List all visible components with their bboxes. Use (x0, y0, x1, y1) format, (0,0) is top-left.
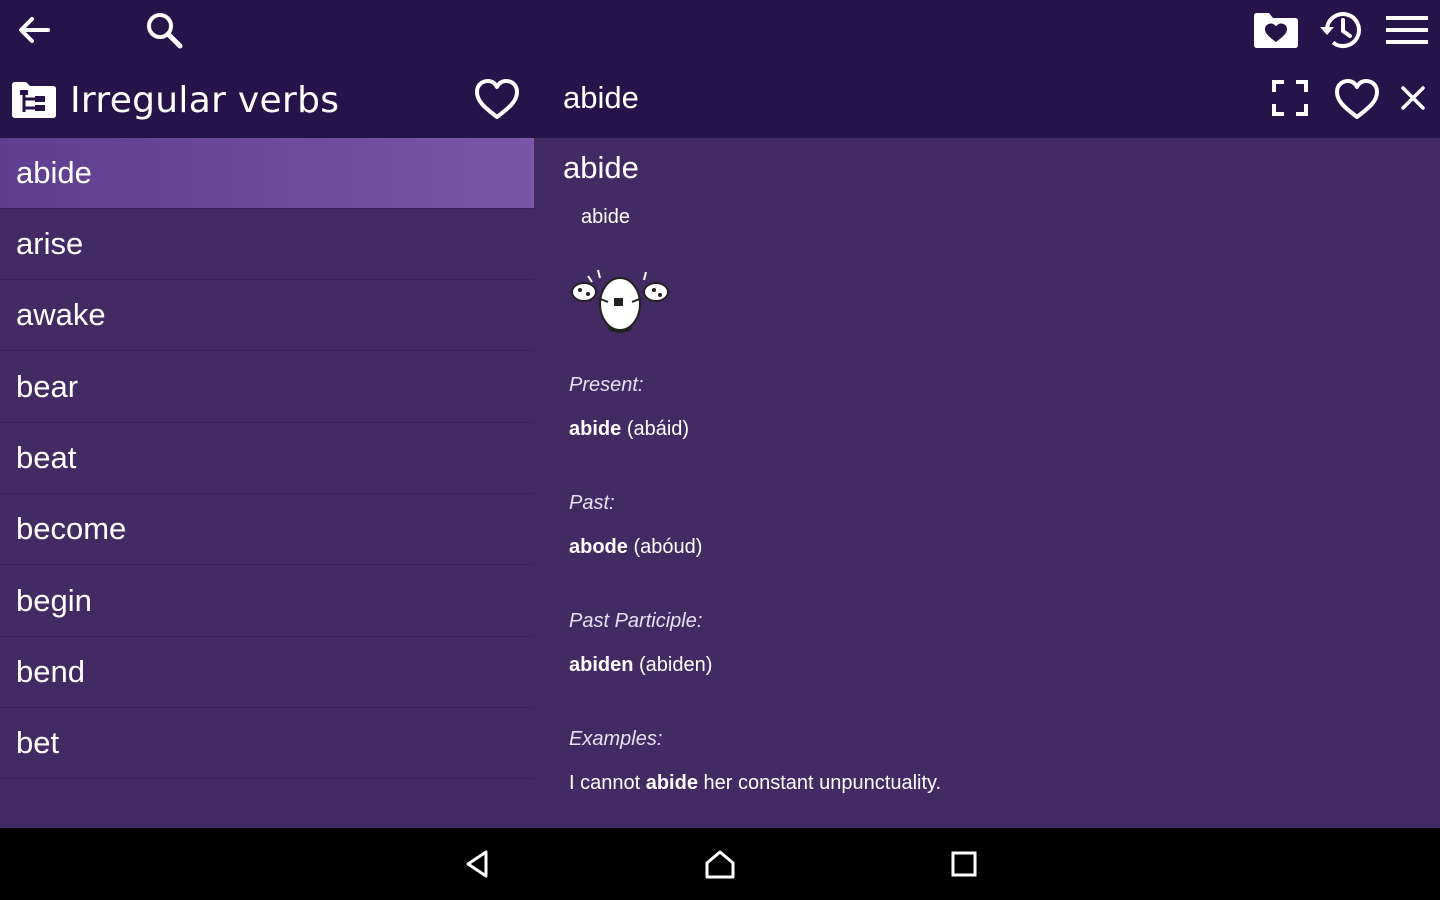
verb-detail: abide abide Present: abide (abáid) Past:… (534, 138, 1440, 828)
example-highlight: abide (645, 772, 698, 794)
detail-subtitle: abide (581, 206, 630, 228)
detail-favorite-button[interactable] (1330, 74, 1384, 124)
example-text-post: her constant unpunctuality. (697, 772, 942, 794)
nav-recents-button[interactable] (942, 844, 986, 884)
present-pronunciation: (abáid) (626, 418, 690, 440)
list-item-bet[interactable]: bet (0, 708, 534, 779)
list-item-arise[interactable]: arise (0, 209, 534, 280)
past-pronunciation: (abóud) (633, 536, 703, 558)
example-sentence: I cannot abide her constant unpunctualit… (569, 772, 941, 795)
past-label: Past: (569, 492, 615, 514)
list-favorite-button[interactable] (470, 74, 524, 124)
past-participle-word: abiden (569, 654, 634, 676)
list-item-begin[interactable]: begin (0, 566, 534, 637)
list-item-label: bet (16, 725, 60, 760)
hierarchy-folder-icon (12, 82, 56, 118)
nav-back-icon (466, 850, 488, 878)
past-participle-label: Past Participle: (569, 610, 703, 632)
detail-word: abide (563, 150, 639, 185)
close-detail-button[interactable] (1395, 80, 1431, 116)
list-item-label: arise (16, 226, 84, 261)
favorites-folder-button[interactable] (1250, 8, 1302, 52)
list-header: Irregular verbs (10, 76, 339, 124)
list-item-awake[interactable]: awake (0, 280, 534, 351)
past-value: abode (abóud) (569, 536, 702, 559)
list-item-bend[interactable]: bend (0, 637, 534, 708)
list-item-label: bear (16, 369, 79, 404)
heart-outline-icon (1335, 79, 1379, 119)
nav-recents-icon (951, 851, 977, 877)
verb-list: abide arise awake bear beat become begin… (0, 138, 534, 828)
search-icon (147, 13, 183, 49)
list-item-label: bend (16, 654, 85, 689)
example-text-pre: I cannot (569, 772, 646, 794)
list-item-beat[interactable]: beat (0, 423, 534, 494)
present-value: abide (abáid) (569, 418, 689, 441)
system-navigation-bar (0, 828, 1440, 900)
past-word: abode (569, 536, 628, 558)
list-item-become[interactable]: become (0, 494, 534, 565)
examples-label: Examples: (569, 728, 663, 750)
back-button[interactable] (10, 8, 58, 52)
nav-home-icon (705, 850, 735, 879)
present-label: Present: (569, 374, 644, 396)
app-toolbar: Irregular verbs abide (0, 0, 1440, 138)
fullscreen-icon (1272, 80, 1308, 116)
list-item-bear[interactable]: bear (0, 352, 534, 423)
heart-outline-icon (475, 79, 519, 119)
folder-heart-icon (1254, 13, 1298, 48)
detail-header-title: abide (563, 80, 639, 115)
list-item-label: abide (16, 155, 92, 190)
list-item-label: begin (16, 583, 92, 618)
close-icon (1401, 86, 1425, 110)
past-participle-pronunciation: (abiden) (639, 654, 713, 676)
list-title: Irregular verbs (70, 79, 340, 121)
list-item-label: beat (16, 440, 77, 475)
search-button[interactable] (140, 6, 188, 54)
present-word: abide (569, 418, 622, 440)
hamburger-menu-icon (1386, 16, 1428, 44)
nav-back-button[interactable] (455, 844, 499, 884)
history-button[interactable] (1315, 6, 1367, 54)
arrow-left-icon (19, 17, 50, 43)
history-icon (1320, 12, 1361, 48)
list-item-label: become (16, 511, 127, 546)
cartoon-illustration (571, 269, 669, 333)
nav-home-button[interactable] (698, 844, 742, 884)
menu-button[interactable] (1383, 8, 1431, 52)
list-item-abide[interactable]: abide (0, 138, 534, 209)
past-participle-value: abiden (abiden) (569, 654, 712, 677)
fullscreen-button[interactable] (1266, 74, 1314, 122)
list-item-label: awake (16, 297, 106, 332)
